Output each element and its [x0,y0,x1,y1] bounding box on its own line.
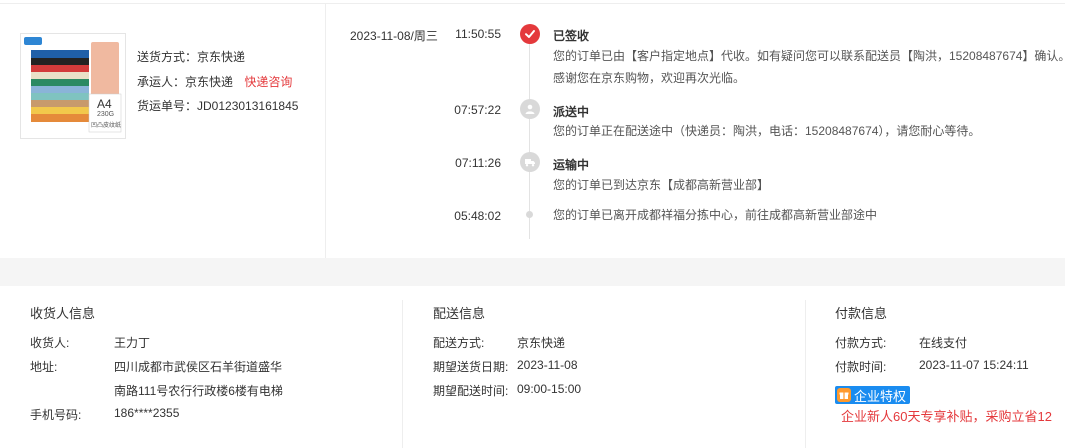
thumb-desc-label: 凹凸皮纹纸 [91,123,122,129]
event-time: 07:11:26 [455,156,501,170]
tracking-row: 货运单号：JD0123013161845 [137,97,298,114]
timeline-dot [526,211,533,218]
tracking-number[interactable]: JD0123013161845 [197,99,298,113]
thumb-weight-label: 230G [97,111,115,118]
event-desc: 您的订单已由【客户指定地点】代收。如有疑问您可以联系配送员【陶洪，1520848… [553,49,1065,63]
courier-consult-link[interactable]: 快递咨询 [244,75,292,89]
timeline-line [529,34,530,239]
address-line2: 南路111号农行行政楼6楼有电梯 [114,384,283,398]
address-label: 地址: [30,360,58,374]
section-separator [0,258,1065,286]
delivery-time-label: 期望配送时间: [433,384,509,398]
check-icon [520,24,540,44]
ship-method-label: 送货方式： [137,50,198,64]
delivery-method-label: 配送方式: [433,336,485,350]
payment-method-value: 在线支付 [919,336,968,350]
phone-label: 手机号码: [30,408,82,422]
truck-icon [520,152,540,172]
carrier-row: 承运人：京东快递 快递咨询 [137,73,292,90]
event-desc: 您的订单已离开成都祥福分拣中心，前往成都高新营业部途中 [553,208,878,222]
event-time: 07:57:22 [454,103,501,117]
gift-icon [837,388,851,402]
event-time: 11:50:55 [455,27,501,41]
badge-label: 企业特权 [854,388,907,404]
event-title: 已签收 [553,29,590,43]
delivery-method-value: 京东快递 [517,336,566,350]
payment-time-label: 付款时间: [835,360,887,374]
receiver-section-title: 收货人信息 [30,306,96,321]
delivery-date-label: 期望送货日期: [433,360,509,374]
column-divider [402,300,403,448]
event-title: 派送中 [553,105,590,119]
address-line1: 四川成都市武侯区石羊街道盛华 [114,360,283,374]
top-border [0,3,1065,4]
delivery-time-value: 09:00-15:00 [517,382,582,396]
column-divider [805,300,806,448]
product-thumbnail[interactable]: A4 230G 凹凸皮纹纸 [20,33,126,139]
payment-method-label: 付款方式: [835,336,887,350]
delivery-section-title: 配送信息 [433,306,486,321]
tracking-label: 货运单号： [137,99,198,113]
delivery-person-icon [520,99,540,119]
enterprise-privilege-badge[interactable]: 企业特权 [835,386,911,404]
event-desc: 您的订单已到达京东【成都高新营业部】 [553,178,770,192]
receiver-name-value: 王力丁 [114,336,151,350]
phone-value: 186****2355 [114,406,180,420]
carrier-label: 承运人： [137,75,186,89]
carrier-value: 京东快递 [185,75,234,89]
ship-method-row: 送货方式：京东快递 [137,48,245,65]
event-time: 05:48:02 [454,209,501,223]
payment-section-title: 付款信息 [835,306,888,321]
payment-time-value: 2023-11-07 15:24:11 [919,358,1029,372]
thumb-size-label: A4 [97,97,112,111]
enterprise-promo-text[interactable]: 企业新人60天专享补贴，采购立省12 [841,406,1052,425]
event-desc: 您的订单正在配送途中（快递员：陶洪，电话：15208487674），请您耐心等待… [553,124,981,138]
receiver-name-label: 收货人: [30,336,70,350]
panel-divider [325,4,326,258]
event-title: 运输中 [553,158,590,172]
ship-method-value: 京东快递 [197,50,246,64]
event-desc: 感谢您在京东购物，欢迎再次光临。 [553,71,746,85]
delivery-date-value: 2023-11-08 [517,358,578,372]
